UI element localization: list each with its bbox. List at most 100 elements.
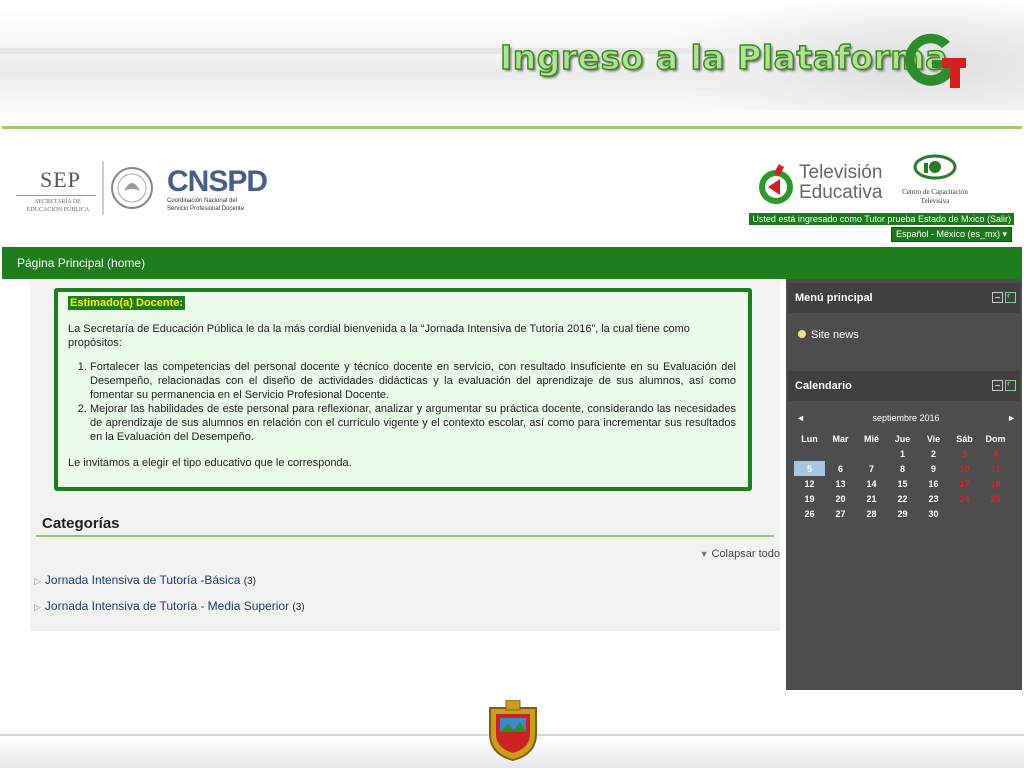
main-menu-block: Site news <box>788 315 1020 357</box>
categories-heading: Categorías <box>42 515 120 532</box>
calendar-day[interactable]: 15 <box>887 476 918 491</box>
logo-bar: SEP Secretaría de Educación Pública CNSP… <box>2 129 1022 247</box>
categories-divider <box>36 535 774 537</box>
menu-item-site-news[interactable]: Site news <box>798 329 859 341</box>
calendar-day[interactable]: 2 <box>918 446 949 461</box>
calendar-day[interactable]: 11 <box>980 461 1011 476</box>
ccat-name: Centro de Capacitación Televisiva <box>890 188 980 206</box>
calendar-day[interactable]: 5 <box>794 461 825 476</box>
calendar-day[interactable]: 16 <box>918 476 949 491</box>
welcome-box: Estimado(a) Docente: La Secretaría de Ed… <box>54 288 752 491</box>
next-month-button[interactable]: ► <box>1007 413 1016 423</box>
calendar-day[interactable]: 20 <box>825 491 856 506</box>
dock-icon[interactable] <box>1005 378 1016 391</box>
calendar-day[interactable]: 27 <box>825 506 856 521</box>
calendar-day[interactable]: 28 <box>856 506 887 521</box>
calendar-empty-cell <box>980 506 1011 521</box>
category-item-basica[interactable]: ▷ Jornada Intensiva de Tutoría -Básica (3… <box>34 573 256 587</box>
calendar-month-label[interactable]: septiembre 2016 <box>796 413 1016 423</box>
main-content: Estimado(a) Docente: La Secretaría de Ed… <box>30 279 780 631</box>
ccat-icon <box>913 154 957 180</box>
calendar-week-row: 1234 <box>794 446 1011 461</box>
calendar-day[interactable]: 14 <box>856 476 887 491</box>
television-educativa-logo: Televisión Educativa <box>758 161 882 211</box>
login-info-link[interactable]: Usted está ingresado como Tutor prueba E… <box>749 213 1014 225</box>
calendar-day[interactable]: 3 <box>949 446 980 461</box>
estado-de-mexico-emblem-icon <box>489 700 537 762</box>
calendar-day[interactable]: 24 <box>949 491 980 506</box>
calendar-day[interactable]: 6 <box>825 461 856 476</box>
tv-educativa-icon <box>759 164 793 204</box>
calendar-block: ◄ septiembre 2016 ► Lun Mar Mié Jue Vie Sáb Do… <box>788 403 1020 543</box>
calendar-title: Calendario <box>795 380 852 392</box>
calendar-day[interactable]: 22 <box>887 491 918 506</box>
calendar-weekday-label: Dom <box>985 433 1006 444</box>
calendar-weekday-label: Vie <box>926 433 941 444</box>
collapse-triangle-icon: ▼ <box>699 549 709 559</box>
calendar-weekday-label: Sáb <box>956 433 973 444</box>
ccat-name-line: Centro de Capacitación <box>902 188 968 196</box>
logo-divider <box>102 161 104 215</box>
block-controls <box>990 290 1016 306</box>
calendar-grid: Lun Mar Mié Jue Vie Sáb Dom 1 2 3 4 5 6 7 8 9 10 11 12 13 1… <box>794 431 1011 521</box>
navbar: Página Principal (home) <box>2 247 1022 279</box>
tv-educativa-line: Televisión <box>799 162 883 183</box>
mexico-seal-icon <box>111 167 153 209</box>
purpose-item: Fortalecer las competencias del personal… <box>90 360 736 402</box>
calendar-weekday-label: Mié <box>863 433 879 444</box>
calendar-day[interactable]: 4 <box>980 446 1011 461</box>
site-news-label: Site news <box>811 329 859 341</box>
calendar-day[interactable]: 1 <box>887 446 918 461</box>
calendar-day[interactable]: 26 <box>794 506 825 521</box>
calendar-day[interactable]: 9 <box>918 461 949 476</box>
calendar-weekday-label: Mar <box>832 433 849 444</box>
category-label: Jornada Intensiva de Tutoría -Básica <box>44 573 241 587</box>
category-item-media-superior[interactable]: ▷ Jornada Intensiva de Tutoría - Media Su… <box>34 599 305 613</box>
calendar-day[interactable]: 19 <box>794 491 825 506</box>
block-controls <box>990 378 1016 394</box>
category-count: (3) <box>292 602 305 613</box>
sep-logo-subtitle: Secretaría de Educación Pública <box>26 199 90 213</box>
breadcrumb-home-link[interactable]: Página Principal (home) <box>17 256 145 270</box>
calendar-weekday-label: Jue <box>894 433 911 444</box>
purpose-item: Mejorar las habilidades de este personal… <box>90 402 736 444</box>
calendar-week-row: 5 6 7 8 9 10 11 <box>794 461 1011 476</box>
calendar-day[interactable]: 25 <box>980 491 1011 506</box>
calendar-day[interactable]: 12 <box>794 476 825 491</box>
collapse-all-label: Colapsar todo <box>711 548 781 560</box>
cnspd-logo: CNSPD Coordinación Nacional del Servicio… <box>167 165 268 213</box>
tv-educativa-text: Televisión Educativa <box>799 163 882 203</box>
calendar-empty-cell <box>825 446 856 461</box>
platform-screenshot: SEP Secretaría de Educación Pública CNSP… <box>2 126 1022 691</box>
dock-icon[interactable] <box>1005 290 1016 303</box>
calendar-day[interactable]: 10 <box>949 461 980 476</box>
category-count: (3) <box>243 576 256 587</box>
purposes-list: Fortalecer las competencias del personal… <box>68 360 736 444</box>
minimize-icon[interactable] <box>992 380 1003 391</box>
calendar-day[interactable]: 8 <box>887 461 918 476</box>
calendar-block-header: Calendario <box>788 371 1020 401</box>
collapse-all-link[interactable]: ▼ Colapsar todo <box>700 548 780 560</box>
main-menu-title: Menú principal <box>795 292 873 304</box>
calendar-day[interactable]: 21 <box>856 491 887 506</box>
calendar-empty-cell <box>949 506 980 521</box>
calendar-day[interactable]: 13 <box>825 476 856 491</box>
category-label: Jornada Intensiva de Tutoría - Media Sup… <box>44 599 290 613</box>
language-select[interactable]: Español - México (es_mx) ▾ <box>890 227 1012 242</box>
calendar-empty-cell <box>794 446 825 461</box>
calendar-empty-cell <box>856 446 887 461</box>
expand-arrow-icon: ▷ <box>34 576 41 586</box>
calendar-day[interactable]: 18 <box>980 476 1011 491</box>
calendar-week-row: 26 27 28 29 30 <box>794 506 1011 521</box>
sep-logo-word: SEP <box>40 167 81 192</box>
calendar-day[interactable]: 30 <box>918 506 949 521</box>
tv-educativa-line: Educativa <box>799 182 883 203</box>
side-column: Menú principal Site news Calendario ◄ se… <box>786 279 1022 691</box>
calendar-day[interactable]: 17 <box>949 476 980 491</box>
minimize-icon[interactable] <box>992 292 1003 303</box>
sep-logo: SEP Secretaría de Educación Pública <box>16 165 96 215</box>
ccat-logo: Centro de Capacitación Televisiva <box>890 153 980 206</box>
calendar-day[interactable]: 7 <box>856 461 887 476</box>
calendar-day[interactable]: 23 <box>918 491 949 506</box>
calendar-day[interactable]: 29 <box>887 506 918 521</box>
